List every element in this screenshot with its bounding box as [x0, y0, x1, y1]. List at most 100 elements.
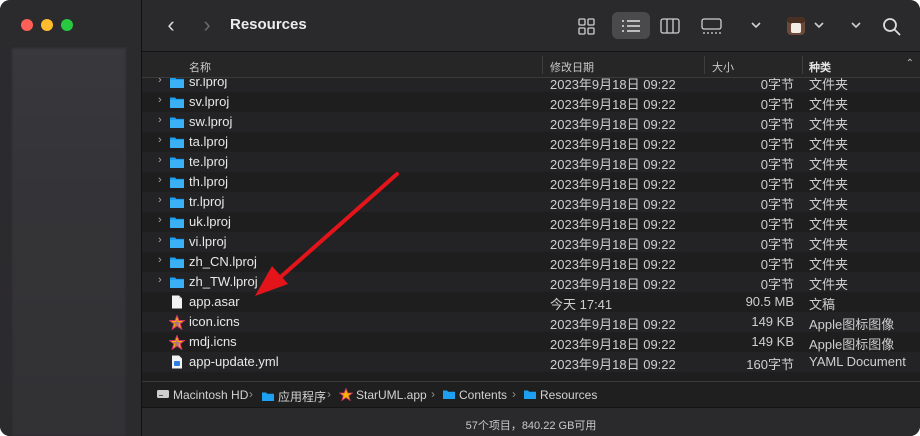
file-date: 今天 17:41: [550, 297, 613, 312]
column-divider[interactable]: [542, 56, 543, 74]
file-row[interactable]: app.asar 今天 17:41 90.5 MB 文稿: [142, 292, 920, 312]
folder-icon: [169, 235, 185, 249]
list-view-icon[interactable]: [621, 13, 641, 39]
column-header-date[interactable]: 修改日期: [550, 59, 594, 75]
disclosure-chevron-icon[interactable]: ›: [158, 174, 162, 186]
view-options-chevron-down-icon[interactable]: [750, 13, 762, 39]
column-divider[interactable]: [802, 56, 803, 74]
star-icns-icon: [169, 335, 185, 350]
column-divider[interactable]: [704, 56, 705, 74]
file-name: tr.lproj: [189, 194, 225, 209]
file-date: 2023年9月18日 09:22: [550, 78, 676, 92]
sidebar-content-blurred: [12, 48, 126, 436]
file-row[interactable]: › uk.lproj 2023年9月18日 09:22 0字节 文件夹: [142, 212, 920, 232]
file-size: 0字节: [760, 197, 794, 212]
disclosure-chevron-icon[interactable]: ›: [158, 254, 162, 266]
minimize-window-button[interactable]: [41, 19, 53, 31]
folder-icon: [169, 195, 185, 209]
folder-icon: [262, 392, 274, 401]
file-row[interactable]: › zh_CN.lproj 2023年9月18日 09:22 0字节 文件夹: [142, 252, 920, 272]
chevron-left-icon[interactable]: ‹: [160, 14, 182, 38]
file-name: vi.lproj: [189, 234, 227, 249]
file-row[interactable]: icon.icns 2023年9月18日 09:22 149 KB Apple图标图像: [142, 312, 920, 332]
column-header-kind[interactable]: 种类: [809, 59, 831, 75]
file-kind: 文稿: [809, 297, 836, 312]
icon-view-icon[interactable]: [578, 13, 596, 39]
file-date: 2023年9月18日 09:22: [550, 157, 676, 172]
disclosure-chevron-icon[interactable]: ›: [158, 134, 162, 146]
file-row[interactable]: › sw.lproj 2023年9月18日 09:22 0字节 文件夹: [142, 112, 920, 132]
column-header-name[interactable]: 名称: [189, 59, 211, 75]
file-name: mdj.icns: [189, 334, 237, 349]
folder-icon: [169, 275, 185, 289]
disclosure-chevron-icon[interactable]: ›: [158, 234, 162, 246]
finder-window: ‹ › Resources 名称 修改日期 大小 种类 ⌃ › sr.lproj…: [0, 0, 920, 436]
file-kind: 文件夹: [809, 257, 849, 272]
file-row[interactable]: › te.lproj 2023年9月18日 09:22 0字节 文件夹: [142, 152, 920, 172]
gallery-view-icon[interactable]: [701, 13, 723, 39]
path-label: Macintosh HD: [173, 388, 249, 402]
file-kind: 文件夹: [809, 157, 849, 172]
disclosure-chevron-icon[interactable]: ›: [158, 194, 162, 206]
file-row[interactable]: › tr.lproj 2023年9月18日 09:22 0字节 文件夹: [142, 192, 920, 212]
file-size: 0字节: [760, 277, 794, 292]
path-item-macintosh-hd[interactable]: Macintosh HD: [156, 388, 248, 402]
disclosure-chevron-icon[interactable]: ›: [158, 214, 162, 226]
file-name: th.lproj: [189, 174, 229, 189]
sidebar: [0, 0, 142, 436]
search-icon[interactable]: [882, 13, 902, 39]
column-view-icon[interactable]: [660, 13, 680, 39]
file-date: 2023年9月18日 09:22: [550, 217, 676, 232]
file-row[interactable]: app-update.yml 2023年9月18日 09:22 160字节 YAML …: [142, 352, 920, 372]
disclosure-chevron-icon[interactable]: ›: [158, 114, 162, 126]
file-row[interactable]: › sr.lproj 2023年9月18日 09:22 0字节 文件夹: [142, 78, 920, 92]
path-item-resources[interactable]: Resources: [523, 388, 597, 402]
file-row[interactable]: mdj.icns 2023年9月18日 09:22 149 KB Apple图标图像: [142, 332, 920, 352]
app-menu-chevron-down-icon[interactable]: [813, 13, 825, 39]
file-row[interactable]: › sv.lproj 2023年9月18日 09:22 0字节 文件夹: [142, 92, 920, 112]
file-size: 0字节: [760, 237, 794, 252]
window-title: Resources: [230, 16, 307, 33]
file-date: 2023年9月18日 09:22: [550, 277, 676, 292]
path-item-contents[interactable]: Contents: [442, 388, 507, 402]
file-date: 2023年9月18日 09:22: [550, 197, 676, 212]
chevron-right-icon[interactable]: ›: [196, 14, 218, 38]
folder-icon: [169, 78, 185, 89]
disclosure-chevron-icon[interactable]: ›: [158, 78, 162, 86]
folder-icon: [169, 95, 185, 109]
file-kind: 文件夹: [809, 237, 849, 252]
close-window-button[interactable]: [21, 19, 33, 31]
file-row[interactable]: › zh_TW.lproj 2023年9月18日 09:22 0字节 文件夹: [142, 272, 920, 292]
file-date: 2023年9月18日 09:22: [550, 177, 676, 192]
file-size: 0字节: [760, 137, 794, 152]
disclosure-chevron-icon[interactable]: ›: [158, 274, 162, 286]
path-item-staruml-app[interactable]: StarUML.app: [338, 387, 427, 402]
disclosure-chevron-icon[interactable]: ›: [158, 94, 162, 106]
folder-icon: [169, 255, 185, 269]
disclosure-chevron-icon[interactable]: ›: [158, 154, 162, 166]
status-text: 57个项目，840.22 GB可用: [465, 420, 597, 432]
file-name: zh_TW.lproj: [189, 274, 258, 289]
file-kind: 文件夹: [809, 97, 849, 112]
file-size: 149 KB: [751, 334, 794, 349]
column-header-size[interactable]: 大小: [712, 59, 734, 75]
file-row[interactable]: › ta.lproj 2023年9月18日 09:22 0字节 文件夹: [142, 132, 920, 152]
zoom-window-button[interactable]: [61, 19, 73, 31]
file-kind: Apple图标图像: [809, 317, 895, 332]
file-date: 2023年9月18日 09:22: [550, 257, 676, 272]
toolbar: ‹ › Resources: [142, 0, 920, 52]
file-kind: 文件夹: [809, 197, 849, 212]
path-separator-icon: ›: [249, 387, 253, 401]
app-icon[interactable]: [786, 13, 808, 39]
more-chevron-down-icon[interactable]: [850, 13, 862, 39]
file-size: 90.5 MB: [745, 294, 794, 309]
yaml-file-icon: [169, 355, 185, 369]
file-date: 2023年9月18日 09:22: [550, 137, 676, 152]
path-item-applications[interactable]: 应用程序: [261, 388, 326, 405]
file-row[interactable]: › th.lproj 2023年9月18日 09:22 0字节 文件夹: [142, 172, 920, 192]
path-bar: Macintosh HD › 应用程序 › StarUML.app › Cont…: [142, 381, 920, 407]
file-date: 2023年9月18日 09:22: [550, 317, 676, 332]
file-name: sv.lproj: [189, 94, 230, 109]
file-size: 149 KB: [751, 314, 794, 329]
file-row[interactable]: › vi.lproj 2023年9月18日 09:22 0字节 文件夹: [142, 232, 920, 252]
